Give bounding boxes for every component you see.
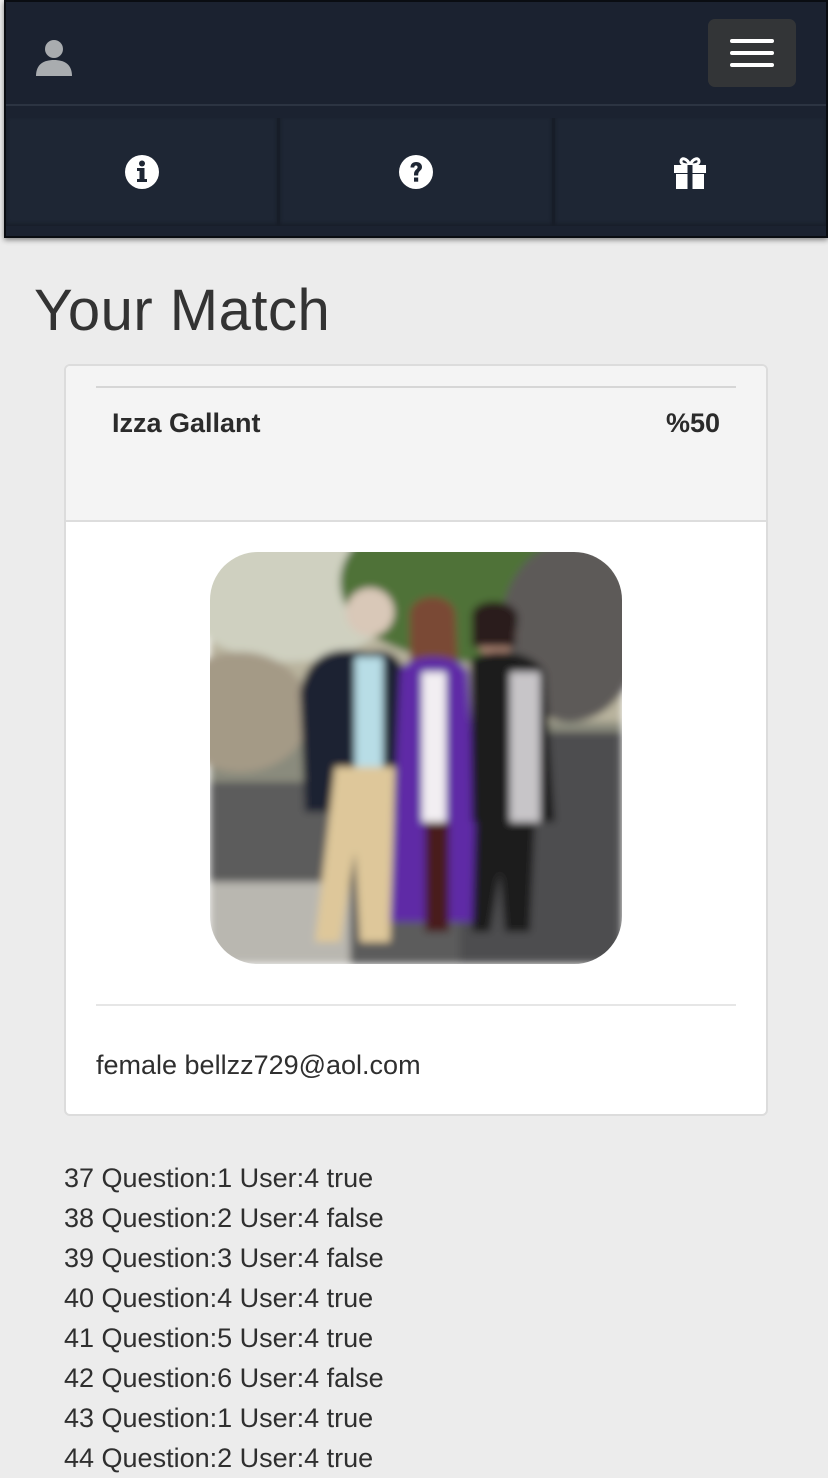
divider	[96, 386, 736, 388]
page-title: Your Match	[34, 278, 331, 343]
answer-item: 39 Question:3 User:4 false	[64, 1243, 384, 1273]
match-card-header: Izza Gallant %50	[66, 366, 766, 522]
answer-item: 43 Question:1 User:4 true	[64, 1403, 374, 1433]
match-percent: %50	[665, 408, 720, 438]
match-name: Izza Gallant	[112, 408, 261, 438]
answer-item: 37 Question:1 User:4 true	[64, 1163, 374, 1193]
hamburger-bar	[730, 39, 774, 43]
info-circle-icon	[124, 155, 159, 189]
answer-item: 42 Question:6 User:4 false	[64, 1363, 384, 1393]
hamburger-bar	[730, 51, 774, 55]
answer-item: 38 Question:2 User:4 false	[64, 1203, 384, 1233]
divider	[96, 1004, 736, 1006]
match-gender-email: female bellzz729@aol.com	[96, 1050, 421, 1080]
hamburger-bar	[730, 63, 774, 67]
tab-help[interactable]	[280, 118, 555, 226]
answer-item: 40 Question:4 User:4 true	[64, 1283, 374, 1313]
hamburger-menu-button[interactable]	[708, 19, 796, 87]
match-photo	[210, 552, 622, 964]
match-card: Izza Gallant %50 female bellzz729@aol.co…	[64, 364, 768, 1116]
tab-gift[interactable]	[554, 118, 826, 226]
app-header	[4, 0, 828, 238]
tab-info[interactable]	[6, 118, 281, 226]
match-photo-image	[210, 552, 622, 964]
answer-item: 41 Question:5 User:4 true	[64, 1323, 374, 1353]
top-bar	[6, 2, 826, 106]
user-silhouette-icon[interactable]	[34, 36, 74, 76]
question-circle-icon	[398, 155, 433, 189]
nav-tabs	[6, 106, 826, 236]
answer-item: 44 Question:2 User:4 true	[64, 1443, 374, 1473]
answers-list: 37 Question:1 User:4 true 38 Question:2 …	[64, 1158, 384, 1478]
gift-icon	[674, 157, 707, 189]
